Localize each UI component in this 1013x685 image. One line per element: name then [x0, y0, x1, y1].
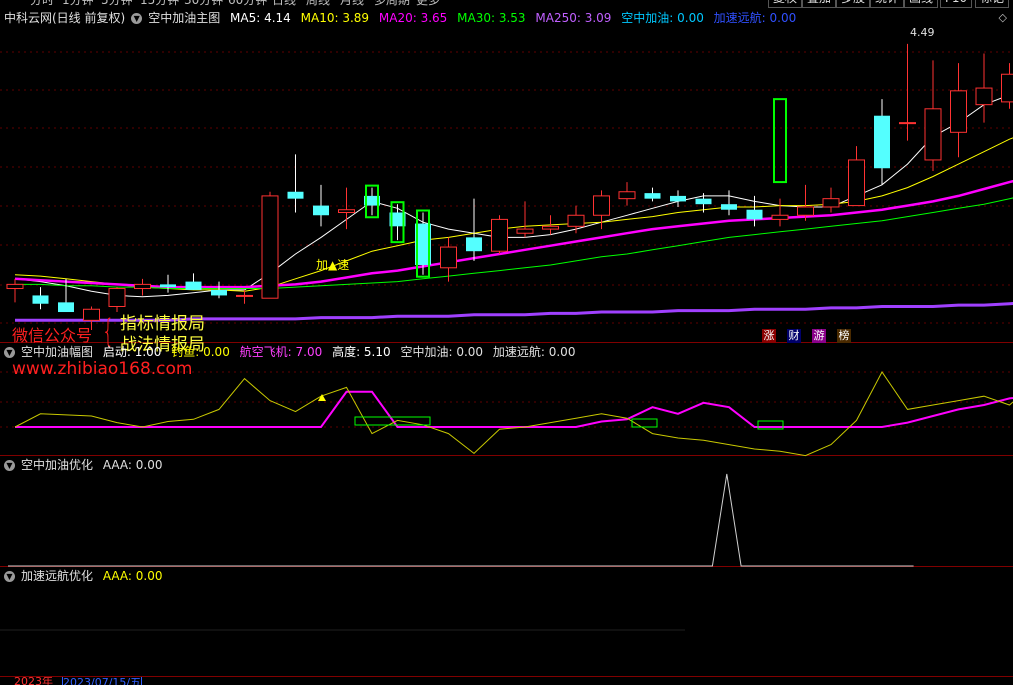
panel2-jsyh-value: 加速远航: 0.00 [492, 345, 576, 359]
chevron-down-icon[interactable]: ▼ [4, 347, 15, 358]
candle-body [618, 191, 636, 200]
stock-title: 中科云网(日线 前复权) [4, 11, 126, 25]
ma10-value: MA10: 3.89 [300, 11, 370, 25]
date-label: 2023/07/15/五 [62, 677, 143, 685]
chevron-down-icon[interactable]: ▼ [131, 13, 143, 24]
panel2-kzjy-value: 空中加油: 0.00 [400, 345, 484, 359]
main-indicator-name[interactable]: 空中加油主图 [148, 11, 220, 25]
candle-body [211, 289, 227, 296]
candle-body [924, 108, 942, 161]
candle-body [134, 283, 151, 290]
ma30-value: MA30: 3.53 [457, 11, 526, 25]
candle-body [721, 204, 737, 210]
you-tag[interactable]: 游 [812, 329, 826, 343]
candle-body [975, 87, 993, 106]
ma250-value: MA250: 3.09 [535, 11, 612, 25]
main-indicator-header: 中科云网(日线 前复权) ▼ 空中加油主图 MA5: 4.14 MA10: 3.89… [4, 10, 802, 26]
ma5-value: MA5: 4.14 [230, 11, 291, 25]
candle-body [338, 209, 355, 213]
jsyh-value: 加速远航: 0.00 [713, 11, 797, 25]
candle-body [848, 159, 865, 207]
chevron-down-icon[interactable]: ▼ [4, 571, 15, 582]
jiasu-signal-label: 加▲速 [316, 258, 350, 272]
panel2-indicator-name[interactable]: 空中加油幅图 [21, 345, 93, 359]
candle-body [567, 214, 585, 227]
aaa-line [8, 473, 914, 567]
candle-body [899, 122, 916, 125]
diamond-icon[interactable]: ◇ [999, 11, 1007, 24]
panel2-lines [14, 371, 1013, 457]
candle-body [593, 195, 610, 216]
watermark-url: www.zhibiao168.com [12, 359, 193, 379]
candle-body [516, 228, 534, 234]
candle-body [313, 205, 329, 216]
kzjy-signal-box [773, 98, 787, 184]
candle-body [160, 284, 176, 288]
panel2-header: ▼ 空中加油幅图 启动: 1.00 钓鱼: 0.00 航空飞机: 7.00 高度:… [4, 344, 581, 360]
candle-body [1001, 73, 1013, 103]
candle-body [32, 295, 49, 304]
candle-body [466, 237, 482, 252]
gaodu-value: 高度: 5.10 [332, 345, 391, 359]
diaoyu-value: 钓鱼: 0.00 [171, 345, 230, 359]
candle-body [670, 195, 686, 202]
panel2-line [14, 371, 1013, 457]
panel4-header: ▼ 加速远航优化 AAA: 0.00 [4, 568, 169, 584]
date-axis: 2023年 2023/07/15/五 [0, 677, 1013, 685]
candle-body [6, 283, 24, 290]
ma10-line [14, 137, 1013, 292]
panel4-aaa-value: AAA: 0.00 [102, 569, 163, 583]
panel3-aaa-value: AAA: 0.00 [102, 458, 163, 472]
candle-body [58, 302, 74, 313]
candle-body [644, 193, 661, 199]
candle-body [822, 198, 840, 208]
candle-body [108, 288, 126, 307]
cai-tag[interactable]: 财 [787, 329, 801, 343]
hangkong-value: 航空飞机: 7.00 [239, 345, 323, 359]
candle-body [695, 198, 712, 205]
candle-body [746, 209, 763, 220]
candle-body [771, 214, 789, 220]
candle-body [950, 90, 967, 133]
panel3-indicator-name[interactable]: 空中加油优化 [21, 458, 93, 472]
candle-body [185, 281, 202, 290]
zhang-tag[interactable]: 涨 [762, 329, 776, 343]
panel4-indicator-name[interactable]: 加速远航优化 [21, 569, 93, 583]
ma20-value: MA20: 3.65 [378, 11, 448, 25]
candle-body [83, 308, 100, 321]
candle-body [287, 191, 304, 199]
watermark-wechat: 微信公众号 [12, 326, 93, 345]
candle-body [797, 206, 814, 216]
candle-body [542, 225, 559, 230]
chevron-down-icon[interactable]: ▼ [4, 460, 15, 471]
panel3-lines [8, 473, 914, 567]
candle-body [261, 195, 279, 299]
candle-body [440, 246, 457, 269]
bang-tag[interactable]: 榜 [837, 329, 851, 343]
candle-body [236, 294, 253, 297]
candle-body [491, 218, 508, 252]
candle-body [874, 115, 890, 169]
year-label: 2023年 [14, 677, 53, 685]
high-price-label: 4.49 [910, 26, 935, 39]
qidong-value: 启动: 1.00 [102, 345, 162, 359]
kzjy-value: 空中加油: 0.00 [621, 11, 704, 25]
panel3-header: ▼ 空中加油优化 AAA: 0.00 [4, 457, 169, 473]
